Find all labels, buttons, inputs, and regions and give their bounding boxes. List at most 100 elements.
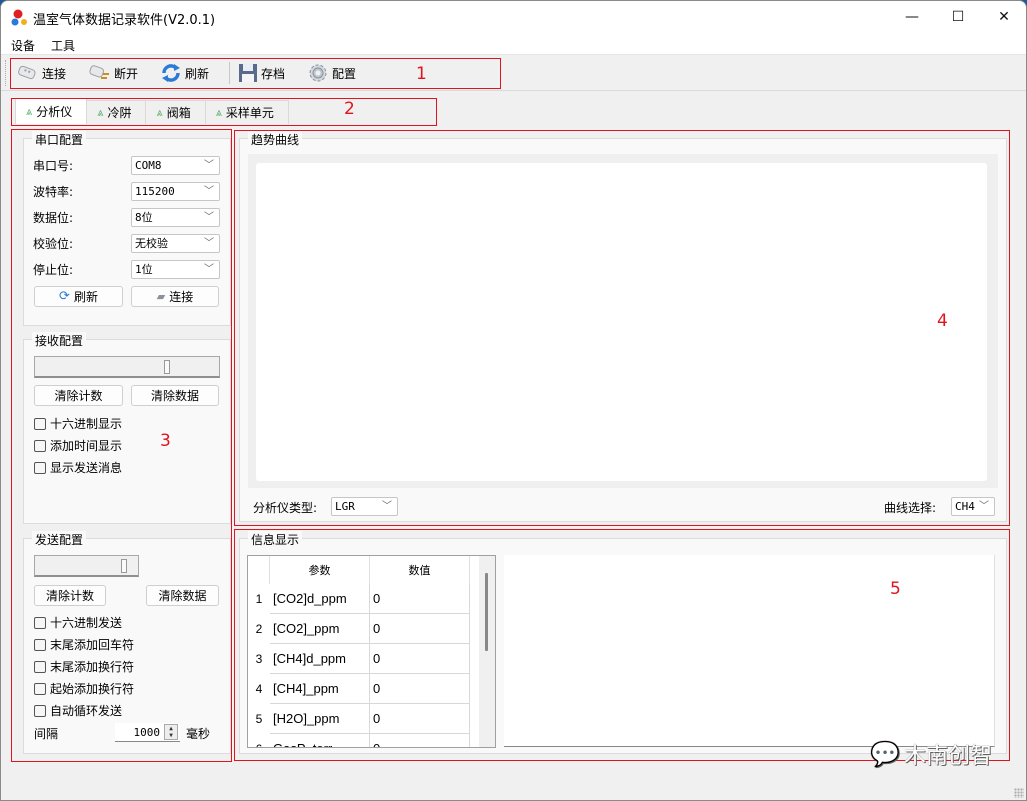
checkbox-box[interactable] [34,638,46,651]
serial-refresh-label: 刷新 [73,290,98,304]
book-icon: ⩓ [156,105,163,119]
table-cell-param[interactable]: [H2O]_ppm [270,704,370,734]
send-clear-data-button[interactable]: 清除数据 [146,585,219,606]
prepend-lf-label: 起始添加换行符 [50,682,135,696]
receive-counter-bar[interactable] [34,356,220,378]
tab-cold-trap[interactable]: ⩓ 冷阱 [86,100,147,124]
table-cell-value[interactable]: 0 [370,734,470,747]
checkbox-box[interactable] [34,439,46,452]
toolbar-refresh-button[interactable]: 刷新 [160,62,209,84]
checkbox-box[interactable] [34,417,46,430]
append-cr-checkbox[interactable]: 末尾添加回车符 [34,636,134,653]
minimize-button[interactable]: — [889,1,935,33]
table-cell-param[interactable]: [CH4]d_ppm [270,644,370,674]
menu-tools[interactable]: 工具 [51,37,75,54]
trend-group: 趋势曲线 分析仪类型: LGR ﹀ 曲线选择: CH4 ﹀ [239,131,1007,522]
chevron-down-icon: ﹀ [204,186,214,197]
receive-clear-data-button[interactable]: 清除数据 [131,385,219,406]
column-header-param[interactable]: 参数 [270,556,370,584]
row-index[interactable]: 3 [248,644,270,674]
message-text-area[interactable] [504,555,995,747]
toolbar-save-button[interactable]: 存档 [238,62,285,84]
resize-grip[interactable] [1014,788,1024,798]
row-index[interactable]: 2 [248,614,270,644]
table-cell-param[interactable]: GasP_torr [270,734,370,747]
row-index[interactable]: 1 [248,584,270,614]
hex-send-checkbox[interactable]: 十六进制发送 [34,614,122,631]
table-cell-value[interactable]: 0 [370,614,470,644]
wechat-icon: 💬 [870,740,900,768]
save-disk-icon [239,64,257,82]
stopbits-value: 1位 [135,263,153,276]
toolbar-connect-label: 连接 [42,66,67,81]
stopbits-select[interactable]: 1位 ﹀ [131,260,220,279]
parity-value: 无校验 [135,237,168,250]
databits-value: 8位 [135,211,153,224]
checkbox-box[interactable] [34,660,46,673]
table-cell-param[interactable]: [CO2]_ppm [270,614,370,644]
tab-analyzer[interactable]: ⩓ 分析仪 [15,98,88,124]
trend-chart-canvas[interactable] [256,163,987,481]
table-cell-param[interactable]: [CH4]_ppm [270,674,370,704]
maximize-button[interactable]: ☐ [935,1,981,33]
curve-select[interactable]: CH4 ﹀ [951,497,995,516]
add-time-checkbox[interactable]: 添加时间显示 [34,437,122,454]
row-index[interactable]: 5 [248,704,270,734]
toolbar-config-button[interactable]: 配置 [307,62,356,84]
send-counter-bar[interactable] [34,555,139,577]
checkbox-box[interactable] [34,616,46,629]
append-lf-label: 末尾添加换行符 [50,660,135,674]
hex-send-label: 十六进制发送 [50,616,123,630]
checkbox-box[interactable] [34,704,46,717]
tab-valve-box[interactable]: ⩓ 阀箱 [145,100,206,124]
spin-arrows-icon[interactable]: ▲ ▼ [164,724,178,740]
auto-loop-checkbox[interactable]: 自动循环发送 [34,702,122,719]
prepend-lf-checkbox[interactable]: 起始添加换行符 [34,680,134,697]
tab-bar: ⩓ 分析仪 ⩓ 冷阱 ⩓ 阀箱 ⩓ 采样单元 [15,98,289,124]
table-cell-param[interactable]: [CO2]d_ppm [270,584,370,614]
hex-display-checkbox[interactable]: 十六进制显示 [34,415,122,432]
send-counter-thumb[interactable] [121,559,127,573]
toolbar-disconnect-button[interactable]: 断开 [89,62,138,84]
table-cell-value[interactable]: 0 [370,674,470,704]
baud-label: 波特率: [33,185,74,199]
table-cell-value[interactable]: 0 [370,584,470,614]
serial-connect-button[interactable]: ▰ 连接 [131,286,219,307]
toolbar-grip[interactable] [5,60,8,86]
port-select[interactable]: COM8 ﹀ [131,156,220,175]
interval-spinbox[interactable]: 1000 ▲ ▼ [115,723,180,742]
checkbox-box[interactable] [34,461,46,474]
table-scrollbar[interactable] [479,556,495,747]
receive-clear-count-button[interactable]: 清除计数 [34,385,123,406]
window-title: 温室气体数据记录软件(V2.0.1) [33,13,216,28]
table-corner [248,556,270,584]
table-cell-value[interactable]: 0 [370,704,470,734]
checkbox-box[interactable] [34,682,46,695]
tab-sampling-unit[interactable]: ⩓ 采样单元 [204,100,289,124]
show-sent-checkbox[interactable]: 显示发送消息 [34,459,122,476]
column-header-value[interactable]: 数值 [370,556,470,584]
trend-chart-frame [248,154,998,488]
send-clear-count-button[interactable]: 清除计数 [34,585,106,606]
watermark-text: 木南创智 [903,744,992,769]
baud-select[interactable]: 115200 ﹀ [131,182,220,201]
chevron-down-icon: ﹀ [204,264,214,275]
row-index[interactable]: 4 [248,674,270,704]
row-index[interactable]: 6 [248,734,270,747]
parity-select[interactable]: 无校验 ﹀ [131,234,220,253]
receive-counter-thumb[interactable] [164,360,170,374]
book-icon: ⩓ [215,105,222,119]
menu-device[interactable]: 设备 [11,37,35,54]
param-table[interactable]: 参数 数值 1 [CO2]d_ppm 0 2 [CO2]_ppm 0 3 [CH4]d_ppm… [247,555,496,748]
scrollbar-thumb[interactable] [485,573,488,651]
receive-config-title: 接收配置 [32,332,87,349]
toolbar-connect-button[interactable]: 连接 [17,62,66,84]
annotation-label-4: 4 [937,311,948,331]
table-cell-value[interactable]: 0 [370,644,470,674]
interval-value[interactable]: 1000 [134,726,161,739]
serial-refresh-button[interactable]: ⟳ 刷新 [34,286,123,307]
append-lf-checkbox[interactable]: 末尾添加换行符 [34,658,134,675]
databits-select[interactable]: 8位 ﹀ [131,208,220,227]
analyzer-type-select[interactable]: LGR ﹀ [331,497,398,516]
close-button[interactable]: ✕ [981,1,1026,33]
